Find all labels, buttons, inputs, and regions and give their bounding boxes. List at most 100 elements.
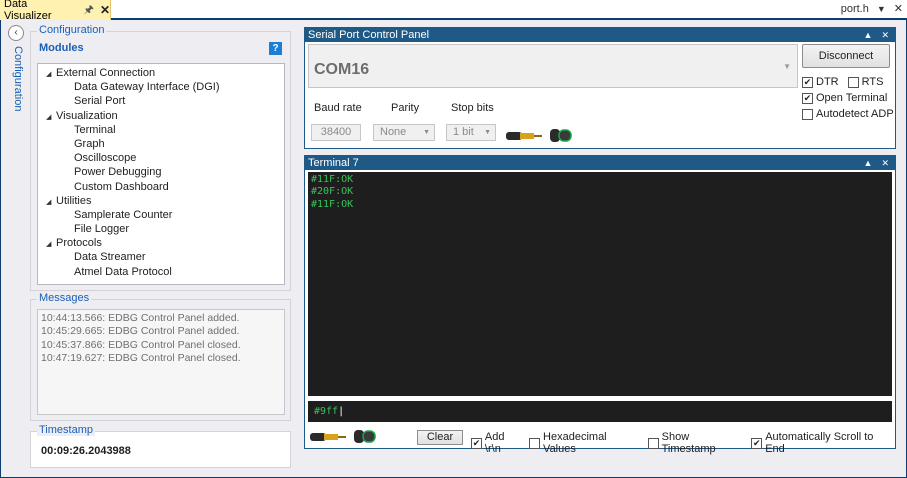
timestamp-group: Timestamp 00:09:26.2043988 [30, 424, 291, 468]
rts-checkbox[interactable] [847, 76, 859, 88]
open-terminal-checkbox[interactable]: ✔ [802, 92, 813, 104]
hex-label: Hexadecimal Values [543, 431, 607, 455]
tree-item-label: Serial Port [74, 95, 126, 108]
tree-item-label: Visualization [56, 109, 118, 122]
tree-item[interactable]: Atmel Data Protocol [38, 265, 284, 279]
stopbits-value: 1 bit [453, 126, 474, 138]
expand-triangle-icon[interactable]: ◢ [46, 238, 56, 252]
modules-tree[interactable]: ◢ External Connection Data Gateway Interfa… [37, 63, 285, 285]
configuration-group: Configuration Modules ? ◢ External Connec… [30, 24, 291, 291]
add-crlf-checkbox[interactable]: ✔ [471, 437, 482, 449]
parity-select[interactable]: None ▼ [373, 124, 435, 141]
show-timestamp-label: Show Timestamp [661, 431, 716, 455]
messages-list[interactable]: 10:44:13.566: EDBG Control Panel added. 1… [37, 309, 285, 415]
tree-item[interactable]: Terminal [38, 123, 284, 137]
port-select[interactable]: COM16 ▼ [308, 44, 798, 88]
tree-item[interactable]: File Logger [38, 222, 284, 236]
open-terminal-label: Open Terminal [816, 92, 888, 104]
messages-title: Messages [37, 292, 92, 304]
right-tab-title[interactable]: port.h [841, 3, 869, 15]
close-icon[interactable]: ✕ [881, 28, 889, 42]
terminal-panel-title: Terminal 7 [308, 157, 359, 169]
tree-item-label: Samplerate Counter [74, 208, 173, 221]
expand-triangle-icon[interactable]: ◢ [46, 68, 56, 82]
title-bar: Data Visualizer 🖈 ✕ port.h ▼ ✕ [0, 0, 907, 22]
connection-plug-icon[interactable] [308, 427, 380, 445]
chevron-down-icon[interactable]: ▼ [877, 4, 886, 14]
document-tab-title: Data Visualizer [4, 0, 52, 22]
terminal-options: ✔ Add \r\n Hexadecimal Values Show Timest… [471, 431, 895, 455]
autodetect-checkbox[interactable] [802, 108, 813, 120]
timestamp-value: 00:09:26.2043988 [41, 445, 131, 457]
stopbits-select[interactable]: 1 bit ▼ [446, 124, 496, 141]
parity-value: None [380, 126, 407, 138]
dtr-row: ✔ DTR RTS [802, 76, 883, 88]
document-tab[interactable]: Data Visualizer 🖈 ✕ [0, 0, 111, 22]
terminal-line: #20F:OK [311, 186, 354, 198]
tree-item[interactable]: Data Gateway Interface (DGI) [38, 80, 284, 94]
tree-item-label: Atmel Data Protocol [74, 265, 172, 278]
connection-plug-icon[interactable] [504, 126, 576, 144]
tree-item-label: Data Streamer [74, 251, 146, 264]
baud-input[interactable]: 38400 [311, 124, 361, 141]
tree-item-label: Graph [74, 137, 105, 150]
stopbits-label: Stop bits [451, 102, 494, 114]
chevron-left-icon[interactable]: ‹ [8, 25, 24, 41]
show-timestamp-checkbox[interactable] [647, 437, 659, 449]
tree-item-label: Utilities [56, 194, 92, 207]
tree-item[interactable]: Samplerate Counter [38, 208, 284, 222]
tree-item[interactable]: Data Streamer [38, 250, 284, 264]
tree-item[interactable]: Graph [38, 137, 284, 151]
disconnect-button[interactable]: Disconnect [802, 44, 890, 68]
tree-group-node[interactable]: ◢ Utilities [38, 194, 284, 208]
parity-label: Parity [391, 102, 420, 114]
tree-item-label: Custom Dashboard [74, 180, 169, 193]
terminal-input-value: #9ff [314, 406, 339, 417]
close-icon[interactable]: ✕ [100, 3, 110, 17]
chevron-down-icon: ▼ [423, 129, 430, 136]
pin-icon[interactable]: 🖈 [84, 1, 94, 20]
terminal-panel-header: Terminal 7 ▲ ✕ [305, 156, 895, 170]
add-crlf-label: Add \r\n [484, 431, 505, 455]
serial-panel-title: Serial Port Control Panel [308, 29, 430, 41]
help-icon[interactable]: ? [269, 42, 282, 55]
configuration-title: Configuration [37, 24, 107, 36]
terminal-output[interactable]: #11F:OK #20F:OK #11F:OK [308, 172, 892, 396]
message-item: 10:45:37.866: EDBG Control Panel closed. [41, 338, 241, 351]
tree-item-label: External Connection [56, 67, 156, 79]
tree-item-label: Terminal [74, 123, 116, 136]
message-item: 10:45:29.665: EDBG Control Panel added. [41, 325, 240, 338]
terminal-input[interactable]: #9ff| [308, 401, 892, 422]
tree-item[interactable]: Power Debugging [38, 165, 284, 179]
clear-button[interactable]: Clear [417, 430, 463, 445]
dtr-checkbox[interactable]: ✔ [802, 76, 813, 88]
close-icon[interactable]: ✕ [894, 2, 903, 15]
tree-group-node[interactable]: ◢ Visualization [38, 109, 284, 123]
chevron-up-icon[interactable]: ▲ [864, 156, 873, 170]
hex-checkbox[interactable] [529, 437, 541, 449]
chevron-up-icon[interactable]: ▲ [864, 28, 873, 42]
terminal-panel: Terminal 7 ▲ ✕ #11F:OK #20F:OK #11F:OK #9ff… [304, 155, 896, 455]
timestamp-title: Timestamp [37, 424, 95, 436]
modules-label: Modules [39, 42, 84, 54]
serial-panel-header: Serial Port Control Panel ▲ ✕ [305, 28, 895, 42]
message-item: 10:44:13.566: EDBG Control Panel added. [41, 312, 240, 324]
terminal-line: #11F:OK [311, 198, 354, 210]
tree-item[interactable]: Custom Dashboard [38, 180, 284, 194]
expand-triangle-icon[interactable]: ◢ [46, 196, 56, 210]
tree-group-node[interactable]: ◢ External Connection [38, 66, 284, 80]
open-terminal-row: ✔ Open Terminal [802, 92, 887, 104]
close-icon[interactable]: ✕ [881, 156, 889, 170]
right-tab-area: port.h ▼ ✕ [841, 2, 903, 16]
baud-label: Baud rate [314, 102, 362, 114]
tree-group-node[interactable]: ◢ Protocols [38, 236, 284, 250]
tree-item[interactable]: Oscilloscope [38, 151, 284, 165]
port-value: COM16 [314, 61, 370, 78]
autoscroll-checkbox[interactable]: ✔ [751, 437, 763, 449]
rts-label: RTS [861, 76, 884, 88]
autodetect-label: Autodetect ADP [816, 108, 894, 120]
tree-item[interactable]: Serial Port [38, 94, 284, 108]
expand-triangle-icon[interactable]: ◢ [46, 111, 56, 125]
tree-item-label: Protocols [56, 237, 102, 250]
side-configuration-label[interactable]: Configuration [6, 46, 24, 126]
